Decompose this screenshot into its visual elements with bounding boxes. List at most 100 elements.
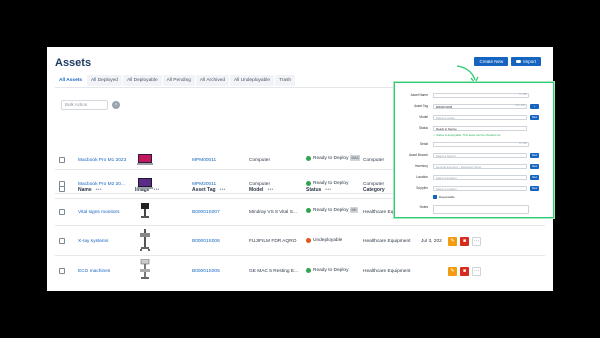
row-checkbox[interactable] (59, 181, 65, 187)
asset-name-link[interactable]: ECG machines (78, 269, 110, 274)
new-location-button[interactable]: New (530, 175, 539, 180)
status-cell: Undeployable (306, 238, 342, 243)
model-cell: GE MAC 5 Resting E... (249, 269, 299, 274)
branch-select[interactable]: Select a branch (433, 153, 527, 158)
row-checkbox[interactable] (59, 209, 65, 215)
asset-name-link[interactable]: Vital signs monitors (78, 210, 120, 215)
ecg-image (140, 259, 150, 279)
status-cell: Ready to Deploy (306, 268, 348, 273)
notes-textarea[interactable] (433, 205, 529, 214)
requestable-checkbox[interactable] (433, 195, 437, 199)
new-supplier-button[interactable]: New (530, 186, 539, 191)
tab-all-deployed[interactable]: All Deployed (87, 75, 122, 86)
row-divider (55, 225, 545, 226)
status-label: Ready to Deploy (313, 208, 349, 213)
model-cell: Computer (249, 182, 271, 187)
delete-button[interactable]: ■ (460, 237, 469, 246)
form-row: Status Ready to Deploy (395, 126, 553, 132)
more-options-button[interactable]: ··· (472, 267, 481, 276)
form-row: Asset Tag B00001S008 00 / 100 + (395, 104, 553, 110)
form-label: Asset Tag (414, 104, 428, 108)
page-title: Assets (55, 57, 92, 69)
header-actions: Create New Import (474, 57, 541, 66)
asset-name-link[interactable]: Macbook Pro M2 20... (78, 182, 125, 187)
tab-all-deployable[interactable]: All Deployable (122, 75, 162, 86)
form-label: Serial (419, 142, 428, 146)
char-counter: 0 / 100 (519, 93, 527, 96)
form-label: Notes (419, 205, 428, 209)
cloud-upload-icon (516, 60, 522, 63)
status-dot-icon (306, 156, 311, 161)
form-label: Model (419, 115, 428, 119)
new-model-button[interactable]: New (530, 115, 539, 120)
bulk-go-icon[interactable]: › (112, 101, 120, 109)
row-divider (55, 255, 545, 256)
form-label: Supplier (416, 186, 428, 190)
asset-tag-link[interactable]: MPM20011 (192, 182, 216, 187)
status-tabs: All Assets All Deployed All Deployable A… (55, 75, 296, 86)
tab-trash[interactable]: Trash (275, 75, 296, 86)
laptop-image (137, 178, 153, 189)
asset-tag-link[interactable]: B00001S006 (192, 239, 220, 244)
new-branch-button[interactable]: New (530, 153, 539, 158)
category-cell: Computer (363, 182, 385, 187)
form-row: Supplier Select a supplier New (395, 186, 553, 192)
model-cell: FUJIFILM FDR AQRO (249, 239, 297, 244)
asset-tag-input[interactable]: B00001S008 (433, 104, 527, 109)
form-row: Asset Name 0 / 100 (395, 93, 553, 99)
form-label: Inventory (414, 164, 428, 168)
new-inventory-button[interactable]: New (530, 164, 539, 169)
edit-button[interactable]: ✎ (448, 267, 457, 276)
asset-name-input[interactable] (433, 93, 529, 98)
tab-all-pending[interactable]: All Pending (162, 75, 195, 86)
add-tag-button[interactable]: + (530, 104, 539, 109)
asset-name-link[interactable]: Macbook Pro M1 2023 (78, 158, 126, 163)
serial-input[interactable] (433, 142, 529, 147)
form-label: Status (418, 126, 428, 130)
status-chip: MK (350, 207, 358, 213)
row-checkbox[interactable] (59, 157, 65, 163)
more-options-button[interactable]: ··· (472, 237, 481, 246)
bulk-action-select[interactable]: Bulk Action (61, 100, 108, 110)
status-label: Ready to Deploy (313, 156, 349, 161)
xray-image (140, 229, 150, 251)
import-button[interactable]: Import (511, 57, 541, 66)
status-select[interactable]: Ready to Deploy (433, 126, 527, 131)
tab-all-archived[interactable]: All Archived (195, 75, 229, 86)
category-cell: Computer (363, 158, 385, 163)
monitor-image (141, 203, 149, 218)
edit-button[interactable]: ✎ (448, 237, 457, 246)
tab-all-undeployable[interactable]: All Undeployable (229, 75, 274, 86)
asset-name-link[interactable]: X-ray systems (78, 239, 108, 244)
create-new-label: Create New (479, 59, 504, 64)
form-row: Inventory General Inventory - Downtown S… (395, 164, 553, 170)
status-cell: Ready to Deploy MAC (306, 155, 361, 162)
status-dot-icon (306, 268, 311, 273)
supplier-select[interactable]: Select a supplier (433, 186, 527, 191)
status-cell: Ready to Deploy MK (306, 207, 358, 214)
requestable-label: Requestable (439, 195, 455, 199)
model-cell: Computer (249, 158, 271, 163)
location-select[interactable]: Select a location (433, 175, 527, 180)
asset-tag-link[interactable]: B00001S007 (192, 210, 220, 215)
category-cell: Healthcare Equipment (363, 269, 411, 274)
form-label: Asset Name (410, 93, 428, 97)
status-dot-icon (306, 208, 311, 213)
import-label: Import (523, 59, 536, 64)
status-dot-icon (306, 181, 311, 186)
form-row: Location Select a location New (395, 175, 553, 181)
inventory-select[interactable]: General Inventory - Downtown Store (433, 164, 527, 169)
asset-tag-link[interactable]: MPM00011 (192, 158, 216, 163)
row-checkbox[interactable] (59, 238, 65, 244)
status-cell: Ready to Deploy (306, 181, 348, 186)
model-cell: Mindray VS 8 Vital S... (249, 210, 297, 215)
row-checkbox[interactable] (59, 268, 65, 274)
model-select[interactable]: Select a model (433, 115, 527, 120)
asset-tag-link[interactable]: B00001S005 (192, 269, 220, 274)
delete-button[interactable]: ■ (460, 267, 469, 276)
form-row: Notes (395, 205, 553, 214)
form-row: Serial 0 / 100 (395, 142, 553, 148)
char-counter: 00 / 100 (515, 104, 525, 107)
tab-all-assets[interactable]: All Assets (55, 75, 87, 86)
status-label: Ready to Deploy (313, 181, 349, 186)
